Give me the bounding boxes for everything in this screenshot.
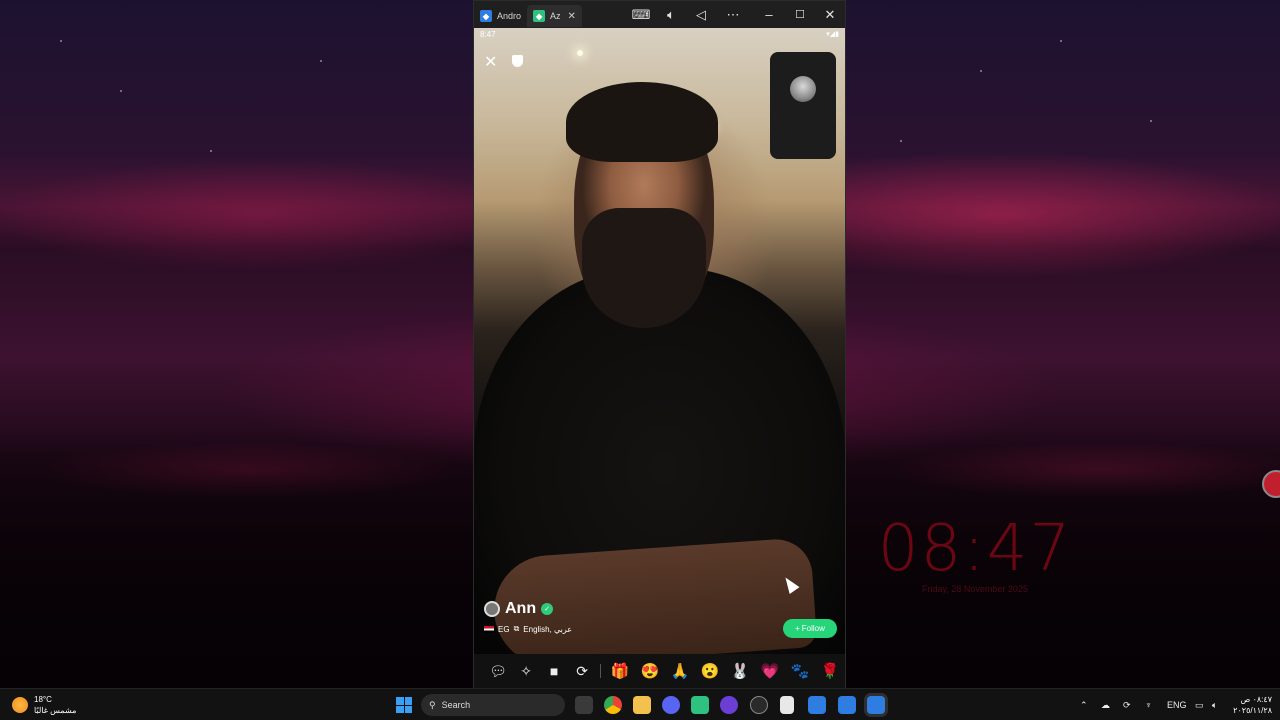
- status-icons: ▾◢▮: [826, 31, 839, 38]
- minimize-icon[interactable]: –: [754, 1, 784, 28]
- follow-button[interactable]: + Follow: [783, 619, 837, 638]
- microphone-icon[interactable]: ♆: [1145, 689, 1152, 720]
- document-icon[interactable]: [780, 696, 794, 714]
- gift-item[interactable]: 🐰: [725, 657, 755, 685]
- remote-user-languages: English, عربي: [523, 624, 573, 634]
- star: [980, 70, 982, 72]
- report-shield-icon[interactable]: [512, 55, 523, 67]
- sync-icon[interactable]: ⟳: [1123, 689, 1131, 720]
- remote-user-info: Ann ✓ EG ⧉ English, عربي: [484, 600, 572, 634]
- remote-user-country: EG: [498, 624, 510, 634]
- video-person-beard: [582, 208, 706, 328]
- star: [1060, 40, 1062, 42]
- star: [320, 60, 322, 62]
- gift-item[interactable]: 💗: [755, 657, 785, 685]
- star: [120, 90, 122, 92]
- language-indicator[interactable]: ENG: [1167, 689, 1187, 720]
- tray-overflow-icon[interactable]: ⌃: [1080, 689, 1088, 720]
- phone-status-bar: 8:47 ▾◢▮: [474, 28, 845, 42]
- windows-logo-icon: [396, 705, 404, 713]
- star: [210, 150, 212, 152]
- windows-logo-icon: [404, 705, 412, 713]
- gift-item[interactable]: 🐾: [785, 657, 815, 685]
- star: [1150, 120, 1152, 122]
- maximize-icon[interactable]: ☐: [785, 1, 815, 28]
- gift-item[interactable]: 😮: [695, 657, 725, 685]
- switch-camera-icon[interactable]: ⟳: [568, 657, 596, 685]
- divider: [600, 664, 602, 678]
- desktop-clock-widget: 08:47 Friday, 28 November 2025: [860, 512, 1090, 594]
- taskbar-time: ٠٨:٤٧ ص: [1240, 695, 1272, 704]
- weather-temp: 18°C: [34, 695, 52, 704]
- remote-user-avatar[interactable]: [484, 601, 500, 617]
- self-preview-window[interactable]: [770, 52, 836, 159]
- taskbar-clock[interactable]: ٠٨:٤٧ ص ٢٠٢٥/١١/٢٨: [1232, 694, 1272, 716]
- ceiling-light: [577, 50, 583, 56]
- egypt-flag-icon: [484, 625, 494, 633]
- window-titlebar: ◆ Andro ◆ Az ✕ ⌨ 🔈︎ ◁ ⋯ – ☐ ✕: [474, 1, 845, 28]
- azar-taskbar-icon[interactable]: [691, 696, 709, 714]
- onedrive-icon[interactable]: ☁: [1101, 689, 1110, 720]
- video-person-hair: [566, 82, 718, 162]
- gift-item[interactable]: 🙏: [665, 657, 695, 685]
- task-view-icon[interactable]: [575, 696, 593, 714]
- start-button[interactable]: [396, 697, 412, 713]
- search-placeholder: Search: [441, 700, 471, 710]
- emulator-window: ◆ Andro ◆ Az ✕ ⌨ 🔈︎ ◁ ⋯ – ☐ ✕ 8:47 ▾◢▮ ✕: [473, 0, 846, 688]
- more-icon[interactable]: ⋯: [718, 1, 748, 28]
- call-action-bar: 💬︎ ✧ ■ ⟳ 🎁 😍 🙏 😮 🐰 💗 🐾 🌹: [474, 654, 845, 688]
- weather-widget[interactable]: 18°C مشمس غالبًا: [12, 694, 76, 716]
- emulator-taskbar-icon-active[interactable]: [867, 696, 885, 714]
- sun-icon: [12, 697, 28, 713]
- tab-close-icon[interactable]: ✕: [568, 11, 576, 22]
- phone-screen: 8:47 ▾◢▮ ✕ Ann ✓ EG ⧉ English, عربي + Fo…: [474, 28, 845, 688]
- chrome-icon[interactable]: [604, 696, 622, 714]
- tab-android[interactable]: ◆ Andro: [474, 5, 527, 27]
- self-avatar: [790, 75, 816, 102]
- follow-label: Follow: [801, 624, 825, 633]
- back-icon[interactable]: ◁: [686, 1, 716, 28]
- status-time: 8:47: [480, 30, 496, 39]
- gift-item[interactable]: 😍: [635, 657, 665, 685]
- plus-icon: +: [795, 624, 800, 633]
- emulator-icon: ◆: [480, 10, 492, 22]
- camera-icon[interactable]: ■: [540, 657, 568, 685]
- gift-item[interactable]: 🎁: [605, 657, 635, 685]
- windows-taskbar: 18°C مشمس غالبًا ⚲ Search ⌃ ☁ ⟳ ♆ ENG ▭ …: [0, 688, 1280, 720]
- azar-app-icon: ◆: [533, 10, 546, 22]
- translate-icon: ⧉: [513, 624, 520, 633]
- star: [900, 140, 902, 142]
- taskbar-date: ٢٠٢٥/١١/٢٨: [1233, 706, 1272, 715]
- effects-icon[interactable]: ✧: [512, 657, 540, 685]
- app-icon[interactable]: [720, 696, 738, 714]
- end-call-close-icon[interactable]: ✕: [484, 52, 497, 72]
- tab-label: Andro: [497, 11, 522, 21]
- discord-icon[interactable]: [662, 696, 680, 714]
- volume-tray-icon[interactable]: 🔈︎: [1212, 689, 1217, 720]
- verified-badge-icon: ✓: [541, 603, 554, 615]
- tab-azar[interactable]: ◆ Az ✕: [527, 5, 582, 27]
- windows-logo-icon: [404, 697, 412, 705]
- desktop-clock-time: 08:47: [877, 512, 1073, 586]
- keyboard-icon[interactable]: ⌨: [626, 1, 656, 28]
- search-icon: ⚲: [429, 699, 436, 710]
- close-icon[interactable]: ✕: [815, 1, 845, 28]
- star: [60, 40, 62, 42]
- gift-item[interactable]: 🌹: [815, 657, 845, 685]
- weather-desc: مشمس غالبًا: [34, 706, 77, 715]
- windows-logo-icon: [396, 697, 404, 705]
- emulator-taskbar-icon[interactable]: [808, 696, 826, 714]
- network-icon[interactable]: ▭: [1195, 689, 1204, 720]
- taskbar-search[interactable]: ⚲ Search: [421, 694, 565, 716]
- tab-label: Az: [550, 11, 561, 21]
- emulator-taskbar-icon[interactable]: [838, 696, 856, 714]
- file-explorer-icon[interactable]: [633, 696, 651, 714]
- clock-app-icon[interactable]: [750, 696, 768, 714]
- volume-icon[interactable]: 🔈︎: [656, 1, 686, 28]
- remote-user-name: Ann: [505, 600, 537, 617]
- chat-icon[interactable]: 💬︎: [484, 657, 512, 685]
